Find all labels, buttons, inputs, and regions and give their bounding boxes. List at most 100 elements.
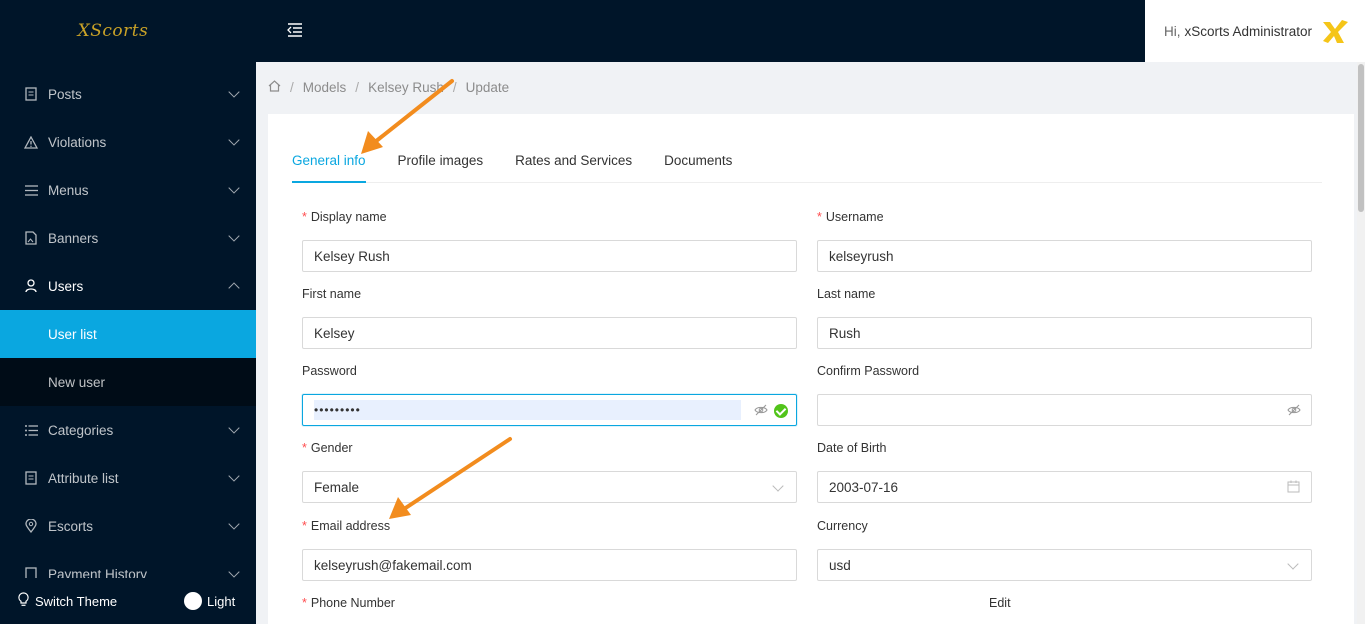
file-icon [24,471,38,485]
sidebar-item-user-list[interactable]: User list [0,310,256,358]
location-icon [24,519,38,533]
currency-value: usd [829,557,851,573]
display-name-label: * Display name [302,210,797,230]
logo[interactable]: XScorts [0,0,256,62]
gender-select[interactable]: Female [302,471,797,503]
home-icon[interactable] [268,80,281,95]
menu-icon [24,183,38,197]
sidebar-item-attribute-list[interactable]: Attribute list [0,454,256,502]
confirm-password-label: Confirm Password [817,364,920,378]
toggle-knob [184,592,202,610]
password-field: Password ••••••••• [302,364,797,426]
avatar [1320,16,1350,46]
username-label: * Username [817,210,1312,230]
sidebar-item-users[interactable]: Users [0,262,256,310]
breadcrumb-item: Update [465,80,510,95]
gender-field: * Gender Female [302,441,797,503]
date-of-birth-input[interactable]: 2003-07-16 [817,471,1312,503]
user-icon [24,279,38,293]
tab-rates-and-services[interactable]: Rates and Services [515,153,632,182]
last-name-field: Last name Rush [817,287,1312,349]
breadcrumb: / Models / Kelsey Rush / Update [268,80,509,95]
label-text: Gender [310,441,353,455]
display-name-field: * Display name Kelsey Rush [302,210,797,272]
sidebar-item-label: Banners [48,230,99,246]
sidebar-item-label: Categories [48,422,114,438]
phone-label: * Phone Number [302,596,797,616]
first-name-input[interactable]: Kelsey [302,317,797,349]
gender-value: Female [314,479,360,495]
eye-invisible-icon[interactable] [754,403,768,417]
sidebar-item-label: Posts [48,86,82,102]
label-text: Username [825,210,884,224]
chevron-down-icon [772,480,784,492]
chevron-down-icon [228,566,240,578]
chevron-up-icon [228,282,240,294]
bulb-icon [18,592,29,610]
sidebar-item-label: Users [48,278,84,294]
sidebar-item-label: New user [48,374,106,390]
breadcrumb-separator: / [355,80,360,95]
gender-label: * Gender [302,441,797,461]
breadcrumb-item[interactable]: Models [303,80,347,95]
chevron-down-icon [1287,558,1299,570]
breadcrumb-separator: / [452,80,457,95]
tab-profile-images[interactable]: Profile images [398,153,484,182]
sidebar-item-violations[interactable]: Violations [0,118,256,166]
breadcrumb-item[interactable]: Kelsey Rush [368,80,444,95]
sidebar-item-label: Menus [48,182,89,198]
list-icon [24,423,38,437]
phone-field: * Phone Number [302,596,797,616]
sidebar-item-label: Attribute list [48,470,119,486]
password-value: ••••••••• [314,400,741,420]
tabs: General info Profile images Rates and Se… [292,114,1322,183]
currency-label: Currency [817,519,868,533]
label-text: Phone Number [310,596,395,610]
confirm-password-input[interactable] [817,394,1312,426]
username-input[interactable]: kelseyrush [817,240,1312,272]
sidebar-menu: Posts Violations Menus Banners Users Use… [0,70,256,598]
scrollbar[interactable] [1357,62,1365,624]
email-label: * Email address [302,519,797,539]
edit-field: Edit [989,596,1189,616]
calendar-icon[interactable] [1287,480,1301,494]
chevron-down-icon [228,230,240,242]
sidebar-item-categories[interactable]: Categories [0,406,256,454]
scrollbar-thumb[interactable] [1358,64,1364,212]
chevron-down-icon [228,422,240,434]
theme-value: Light [207,593,236,609]
tab-documents[interactable]: Documents [664,153,732,182]
currency-select[interactable]: usd [817,549,1312,581]
sidebar-item-label: User list [48,326,97,342]
user-menu[interactable]: Hi, xScorts Administrator [1145,0,1365,62]
sidebar-item-escorts[interactable]: Escorts [0,502,256,550]
email-input[interactable]: kelseyrush@fakemail.com [302,549,797,581]
password-label: Password [302,364,357,378]
password-input[interactable]: ••••••••• [302,394,797,426]
sidebar-item-menus[interactable]: Menus [0,166,256,214]
required-marker: * [302,519,307,533]
eye-invisible-icon[interactable] [1287,403,1301,417]
date-of-birth-label: Date of Birth [817,441,887,455]
chevron-down-icon [228,134,240,146]
sidebar-item-posts[interactable]: Posts [0,70,256,118]
sidebar-item-new-user[interactable]: New user [0,358,256,406]
tab-general-info[interactable]: General info [292,153,366,183]
label-text: Display name [310,210,387,224]
date-of-birth-value: 2003-07-16 [829,479,899,495]
last-name-input[interactable]: Rush [817,317,1312,349]
form-card: General info Profile images Rates and Se… [268,114,1354,624]
warning-icon [24,135,38,149]
confirm-password-field: Confirm Password [817,364,1312,426]
user-name: xScorts Administrator [1184,23,1313,39]
greeting: Hi, [1164,23,1181,39]
theme-toggle[interactable]: Light [184,592,235,610]
main-content: / Models / Kelsey Rush / Update General … [256,62,1357,624]
chevron-down-icon [228,86,240,98]
display-name-input[interactable]: Kelsey Rush [302,240,797,272]
chevron-down-icon [228,182,240,194]
sidebar-item-banners[interactable]: Banners [0,214,256,262]
menu-fold-icon[interactable] [286,21,304,39]
chevron-down-icon [228,470,240,482]
first-name-field: First name Kelsey [302,287,797,349]
